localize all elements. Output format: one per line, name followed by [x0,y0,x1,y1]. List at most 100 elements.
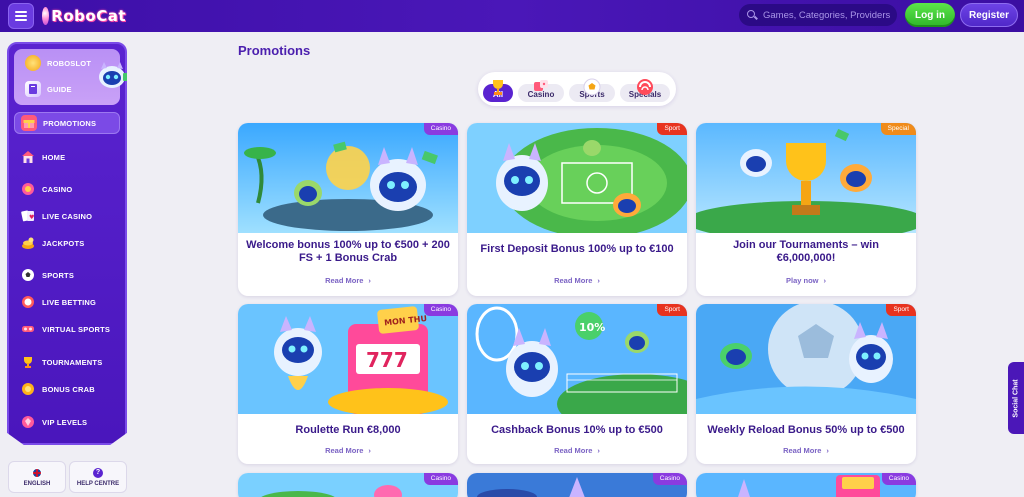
social-chat-button[interactable]: Social Chat [1008,362,1024,434]
sidebar-item-label: LIVE CASINO [42,211,93,221]
help-centre-label: HELP CENTRE [76,480,120,487]
sidebar-item-label: VIP LEVELS [42,417,88,427]
dice-icon [530,77,552,97]
read-more-link[interactable]: Read More › [467,446,687,455]
chevron-right-icon: › [597,446,600,455]
menu-button[interactable] [8,3,34,29]
promo-tag: Casino [881,473,916,485]
search-input[interactable]: Games, Categories, Providers [739,4,897,26]
logo-mark-icon [42,7,50,25]
vr-headset-icon [20,321,36,337]
sidebar-item-bonus-crab[interactable]: BONUS CRAB [14,378,120,400]
robot-cat-icon [99,62,127,88]
sidebar-item-live-betting[interactable]: LIVE BETTING [14,291,120,313]
filter-tab-specials[interactable]: Specials [620,79,670,102]
play-now-label: Play now [785,276,819,285]
promo-card-welcome-bonus[interactable]: Casino Welcome bonus 100% up to €500 + 2… [238,123,458,296]
sidebar-item-promotions[interactable]: PROMOTIONS [14,112,120,134]
promo-art-tournaments [696,123,916,233]
read-more-link[interactable]: Read More › [238,276,458,285]
sidebar-item-live-casino[interactable]: ♥ LIVE CASINO [14,205,120,227]
casino-chip-icon [20,181,36,197]
read-more-label: Read More [783,446,822,455]
promo-tag: Sport [886,304,916,316]
promo-card-tournaments[interactable]: Special Join our Tournaments – win €6,00… [696,123,916,296]
promo-art-first-deposit [467,123,687,233]
promo-tag: Casino [423,304,458,316]
play-now-link[interactable]: Play now › [696,276,916,285]
read-more-link[interactable]: Read More › [467,276,687,285]
social-chat-label: Social Chat [1012,378,1020,418]
sidebar-item-label: CASINO [42,184,73,194]
filter-tab-casino[interactable]: Casino [518,80,564,102]
jackpot-icon [20,235,36,251]
chevron-right-icon: › [826,446,829,455]
slot-reels-text: 777 [366,348,408,372]
read-more-label: Read More [325,276,364,285]
sidebar-item-label: LIVE BETTING [42,297,97,307]
cards-icon: ♥ [20,208,36,224]
sidebar-item-home[interactable]: HOME [14,146,120,168]
search-icon [747,10,757,20]
sidebar-item-label: HOME [42,152,66,162]
promo-card-partial[interactable]: Casino [467,473,687,497]
sidebar-item-jackpots[interactable]: JACKPOTS [14,232,120,254]
promo-art-roulette: 777 MON THU [238,304,458,414]
promo-title: Roulette Run €8,000 [295,424,401,436]
sidebar-item-label: ROBOSLOT [47,58,92,68]
promo-title: Join our Tournaments – win €6,000,000! [733,239,879,264]
trophy-icon [487,77,509,97]
promo-card-cashback[interactable]: 10% Sport Cashback Bonus 10% up to €500 … [467,304,687,464]
sidebar-item-tournaments[interactable]: TOURNAMENTS [14,351,120,373]
language-button[interactable]: ENGLISH [8,461,66,493]
promo-card-first-deposit[interactable]: Sport First Deposit Bonus 100% up to €10… [467,123,687,296]
promo-tag: Casino [423,123,458,135]
vip-gem-icon [20,414,36,430]
login-button[interactable]: Log in [905,3,955,27]
filter-tab-all[interactable]: All [483,80,513,102]
top-header: RoboCat Games, Categories, Providers Log… [0,0,1024,32]
language-label: ENGLISH [23,480,51,487]
uk-flag-icon [32,467,42,478]
sidebar-item-casino[interactable]: CASINO [14,178,120,200]
gift-icon [21,115,37,131]
sidebar-item-sports[interactable]: SPORTS [14,264,120,286]
sidebar-item-label: BONUS CRAB [42,384,95,394]
sidebar-item-label: PROMOTIONS [43,118,97,128]
sidebar-item-label: SPORTS [42,270,75,280]
promo-card-partial[interactable]: Casino [238,473,458,497]
promo-tag: Sport [657,123,687,135]
sidebar: ROBOSLOT GUIDE PROMOTIONS HOME CASINO ♥ … [7,42,127,445]
promo-tag: Casino [423,473,458,485]
promo-card-weekly-reload[interactable]: Sport Weekly Reload Bonus 50% up to €500… [696,304,916,464]
promo-art-welcome [238,123,458,233]
help-icon: ? [93,467,103,478]
promo-title: First Deposit Bonus 100% up to €100 [480,243,674,255]
chevron-right-icon: › [597,276,600,285]
promo-title: Cashback Bonus 10% up to €500 [491,424,663,436]
read-more-label: Read More [554,446,593,455]
promo-tag: Special [880,123,916,135]
promo-art-weekly-reload [696,304,916,414]
coin-icon [25,55,41,71]
register-button[interactable]: Register [960,3,1018,27]
home-icon [20,149,36,165]
brand-logo[interactable]: RoboCat [42,5,126,27]
sidebar-promo-block: ROBOSLOT GUIDE [14,49,127,105]
read-more-link[interactable]: Read More › [238,446,458,455]
chevron-right-icon: › [368,276,371,285]
read-more-link[interactable]: Read More › [696,446,916,455]
sidebar-item-vip-levels[interactable]: VIP LEVELS [14,411,120,433]
crab-icon [20,381,36,397]
promo-art-cashback: 10% [467,304,687,414]
hamburger-icon [15,11,27,21]
promo-card-partial[interactable]: Casino [696,473,916,497]
filter-tab-sports[interactable]: Sports [569,78,615,102]
sidebar-item-virtual-sports[interactable]: VIRTUAL SPORTS [14,318,120,340]
help-centre-button[interactable]: ? HELP CENTRE [69,461,127,493]
read-more-label: Read More [325,446,364,455]
promo-tag: Sport [657,304,687,316]
promo-card-roulette-run[interactable]: 777 MON THU Casino Roulette Run €8,000 R… [238,304,458,464]
promo-tag: Casino [652,473,687,485]
cashback-percent-text: 10% [579,321,605,334]
